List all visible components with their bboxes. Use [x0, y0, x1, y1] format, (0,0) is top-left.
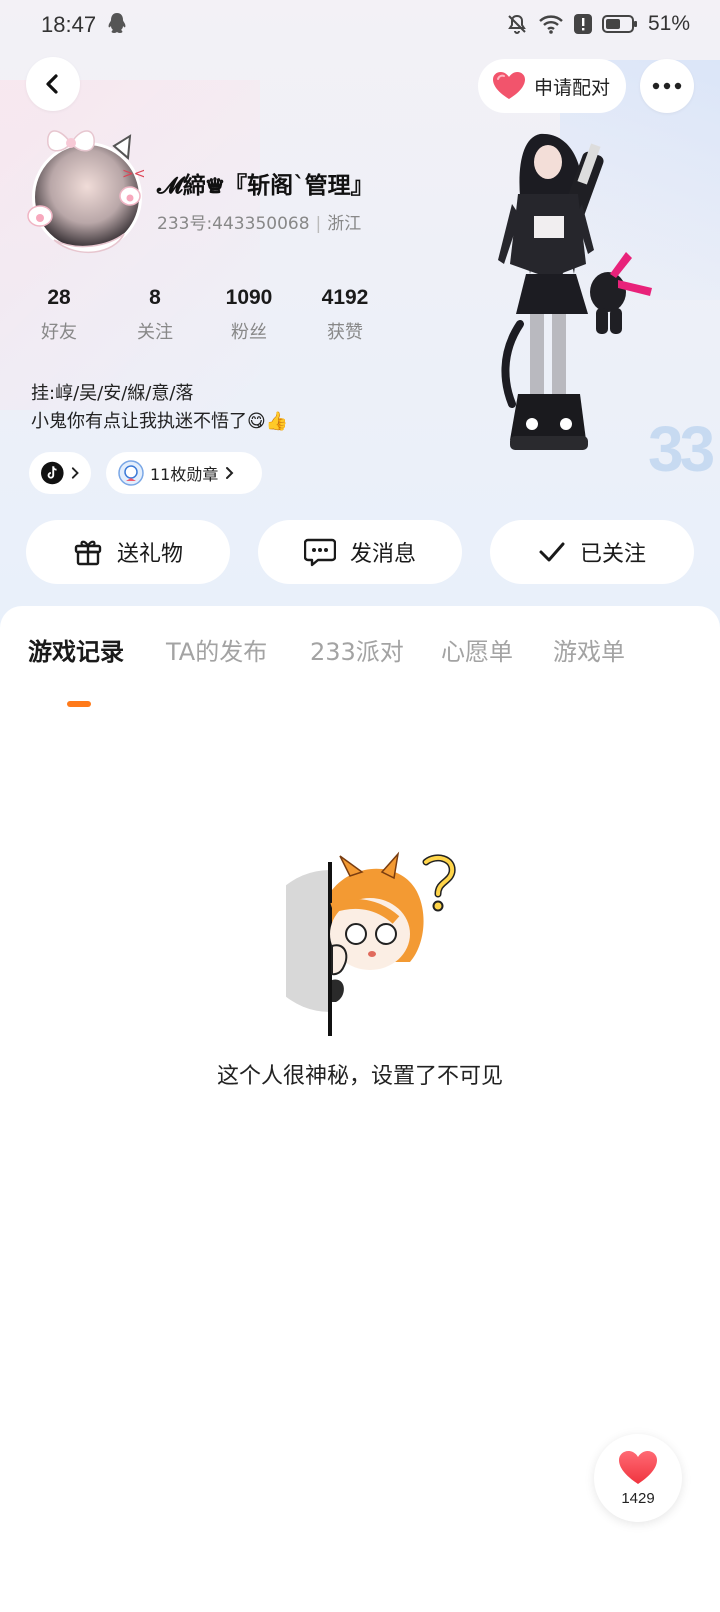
chat-bubble-icon [303, 538, 336, 567]
stat-following[interactable]: 8 关注 [110, 286, 200, 344]
status-bar: 18:47 51% [0, 0, 720, 52]
tiktok-icon [41, 461, 64, 485]
svg-text:><: >< [122, 166, 145, 182]
stat-value: 28 [47, 286, 71, 309]
battery-percent: 51% [647, 12, 690, 35]
badges-chip[interactable]: 11枚勋章 [106, 452, 262, 494]
stat-label: 获赞 [327, 322, 363, 343]
active-tab-indicator [67, 701, 91, 707]
like-count: 1429 [621, 1489, 655, 1507]
send-gift-button[interactable]: 送礼物 [26, 520, 230, 584]
more-dots-icon [652, 82, 682, 90]
avatar-frame-icon: >< [27, 130, 145, 254]
tab-game-records[interactable]: 游戏记录 [28, 632, 124, 667]
bell-muted-icon [508, 14, 526, 34]
stat-label: 好友 [41, 322, 77, 343]
empty-state-text: 这个人很神秘，设置了不可见 [216, 1064, 503, 1089]
send-gift-label: 送礼物 [116, 542, 183, 567]
profile-header: 18:47 51% 申请配对 >< 𝓜締♛『斩阁`管理』 233号:443350… [0, 0, 720, 660]
pair-request-label: 申请配对 [534, 76, 611, 99]
bio: 挂:崞/吴/安/緥/意/落 小鬼你有点让我执迷不悟了😋👍 [31, 380, 288, 436]
stat-likes[interactable]: 4192 获赞 [300, 286, 390, 344]
medal-icon [118, 460, 144, 486]
heart-icon [619, 1450, 657, 1484]
checkmark-icon [539, 542, 565, 562]
stat-fans[interactable]: 1090 粉丝 [204, 286, 294, 344]
stat-value: 1090 [225, 286, 273, 309]
stat-value: 8 [149, 286, 161, 309]
pair-request-button[interactable]: 申请配对 [478, 59, 626, 113]
user-id-line: 233号:443350068 | 浙江 [157, 214, 362, 234]
alert-icon [573, 14, 592, 34]
stat-label: 关注 [137, 322, 173, 343]
wifi-icon [539, 15, 563, 34]
battery-icon [601, 15, 637, 33]
heart-icon [493, 72, 525, 99]
send-message-button[interactable]: 发消息 [258, 520, 462, 584]
tab-wishlist[interactable]: 心愿单 [441, 632, 513, 667]
tab-233-party[interactable]: 233派对 [310, 632, 404, 667]
stat-value: 4192 [321, 286, 369, 309]
send-message-label: 发消息 [349, 542, 416, 567]
tiktok-link-chip[interactable] [29, 452, 91, 494]
like-button[interactable]: 1429 [594, 1434, 682, 1522]
gift-icon [74, 540, 102, 566]
chevron-left-icon [46, 74, 58, 94]
more-button[interactable] [640, 59, 694, 113]
decor-33: 33 [648, 413, 715, 485]
qq-icon [108, 13, 126, 33]
followed-label: 已关注 [579, 542, 646, 567]
chevron-right-icon [71, 467, 79, 479]
stat-label: 粉丝 [231, 322, 267, 343]
stat-friends[interactable]: 28 好友 [14, 286, 104, 344]
username: 𝓜締♛『斩阁`管理』 [157, 172, 374, 199]
status-time: 18:47 [41, 12, 97, 37]
avatar[interactable]: >< [18, 122, 148, 262]
bio-line: 小鬼你有点让我执迷不悟了😋👍 [31, 411, 289, 432]
tab-ta-posts[interactable]: TA的发布 [166, 632, 267, 667]
bio-line: 挂:崞/吴/安/緥/意/落 [31, 383, 194, 404]
user-id: 233号:443350068 [157, 214, 310, 234]
peeking-mascot-illustration [286, 851, 456, 1036]
chevron-right-icon [226, 467, 234, 479]
followed-button[interactable]: 已关注 [490, 520, 694, 584]
tab-game-lists[interactable]: 游戏单 [553, 632, 625, 667]
user-location: 浙江 [327, 214, 362, 234]
badges-label: 11枚勋章 [150, 465, 219, 484]
back-button[interactable] [26, 57, 80, 111]
tab-bar: 游戏记录 TA的发布 233派对 心愿单 游戏单 [0, 632, 720, 707]
